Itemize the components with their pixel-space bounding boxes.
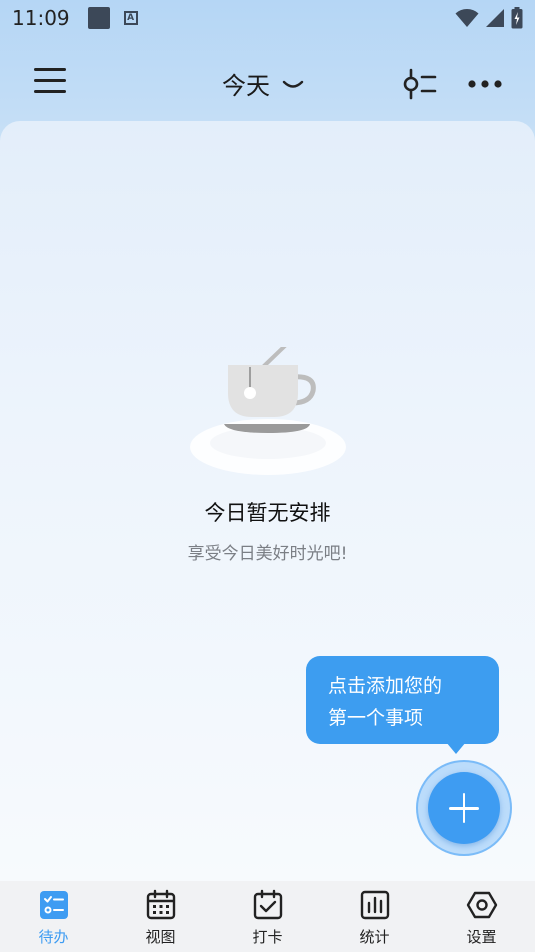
nav-label-settings: 设置: [466, 928, 497, 946]
battery-icon: [511, 7, 523, 29]
filter-icon[interactable]: [402, 68, 438, 100]
page-title: 今天: [222, 71, 270, 100]
nav-item-stats[interactable]: 统计: [321, 881, 428, 952]
status-bar: 11:09 A: [0, 0, 535, 36]
add-todo-button[interactable]: [428, 772, 500, 844]
nav-item-settings[interactable]: 设置: [428, 881, 535, 952]
nav-item-checkin[interactable]: 打卡: [214, 881, 321, 952]
nav-item-todo[interactable]: 待办: [0, 881, 107, 952]
coffee-cup-icon: [190, 347, 346, 475]
status-system-icons: [455, 7, 523, 29]
more-icon[interactable]: [466, 70, 504, 98]
square-notification-icon: [87, 7, 110, 29]
calendar-icon: [146, 889, 175, 920]
date-selector[interactable]: 今天: [222, 66, 304, 100]
tooltip-arrow: [446, 742, 466, 754]
settings-icon: [466, 891, 497, 919]
todo-icon: [39, 891, 68, 919]
a-notification-icon: A: [123, 11, 138, 25]
onboarding-tooltip: 点击添加您的 第一个事项: [306, 656, 499, 744]
app-screen: 11:09 A 今天 今日暂无安排 享受今日美好时光吧! 点击添加您的 第一个事…: [0, 0, 535, 952]
tooltip-line-2: 第一个事项: [328, 707, 424, 729]
empty-state-subtitle: 享受今日美好时光吧!: [187, 544, 348, 564]
empty-state-title: 今日暂无安排: [204, 501, 331, 525]
bottom-nav: 待办 视图 打卡 统计 设置: [0, 881, 535, 952]
checkin-icon: [253, 889, 282, 920]
nav-item-view[interactable]: 视图: [107, 881, 214, 952]
nav-label-todo: 待办: [38, 928, 69, 946]
nav-label-checkin: 打卡: [252, 928, 283, 946]
stats-icon: [360, 890, 389, 920]
header-bar: 今天: [0, 52, 535, 114]
signal-icon: [486, 9, 504, 27]
wifi-icon: [455, 9, 479, 27]
tooltip-line-1: 点击添加您的: [328, 675, 443, 697]
status-time: 11:09: [12, 6, 70, 30]
chevron-down-icon: [282, 80, 304, 88]
nav-label-view: 视图: [145, 928, 176, 946]
nav-label-stats: 统计: [359, 928, 390, 946]
hamburger-menu-icon[interactable]: [34, 68, 68, 98]
